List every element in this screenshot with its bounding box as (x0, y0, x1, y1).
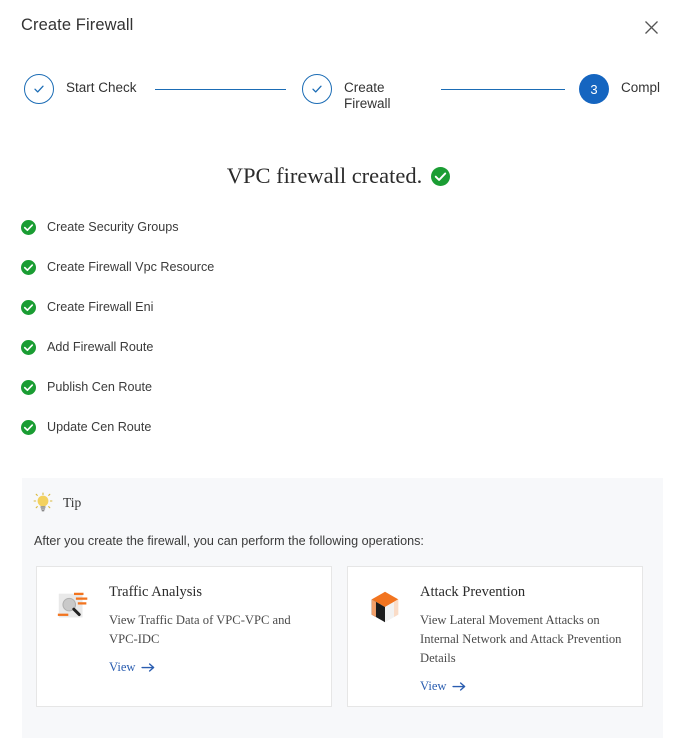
tip-title: Tip (63, 495, 82, 510)
card-description: View Lateral Movement Attacks on Interna… (420, 613, 622, 665)
view-link-label: View (420, 679, 447, 693)
view-link[interactable]: View (420, 679, 467, 694)
tip-panel: Tip After you create the firewall, you c… (22, 478, 663, 738)
step-circle-done (302, 74, 332, 104)
stepper-connector-2 (441, 89, 565, 91)
task-list: Create Security Groups Create Firewall V… (21, 219, 441, 459)
green-check-circle-icon (431, 166, 451, 186)
check-icon (312, 85, 322, 93)
stepper-step-start-check[interactable]: Start Check (24, 74, 137, 104)
dialog-header: Create Firewall (0, 0, 677, 56)
result-heading: VPC firewall created. (0, 163, 677, 189)
arrow-right-icon (451, 682, 465, 691)
attack-prevention-cube-icon (371, 591, 399, 623)
stepper-step-create-firewall[interactable]: Create Firewall (302, 74, 414, 112)
close-icon (644, 20, 658, 34)
task-label: Create Security Groups (47, 220, 179, 234)
list-item: Publish Cen Route (21, 379, 441, 419)
progress-stepper: Start Check Create Firewall 3 Compl (0, 74, 677, 124)
arrow-right-icon (140, 663, 154, 672)
task-label: Create Firewall Vpc Resource (47, 260, 215, 274)
card-description: View Traffic Data of VPC-VPC and VPC-IDC (109, 613, 291, 646)
check-icon (34, 85, 44, 93)
green-check-circle-icon (21, 260, 36, 275)
result-heading-text: VPC firewall created. (226, 163, 423, 188)
step-number: 3 (590, 81, 598, 97)
task-label: Update Cen Route (47, 420, 152, 434)
card-content: Traffic Analysis View Traffic Data of VP… (109, 584, 311, 706)
close-button[interactable] (640, 16, 662, 38)
green-check-circle-icon (21, 340, 36, 355)
tip-description: After you create the firewall, you can p… (34, 534, 424, 548)
stepper-step-label: Create Firewall (344, 80, 391, 111)
green-check-circle-icon (21, 420, 36, 435)
card-traffic-analysis[interactable]: Traffic Analysis View Traffic Data of VP… (36, 566, 332, 707)
task-label: Publish Cen Route (47, 380, 153, 394)
green-check-circle-icon (21, 300, 36, 315)
green-check-circle-icon (21, 380, 36, 395)
lightbulb-icon (33, 492, 53, 512)
step-circle-done (24, 74, 54, 104)
operation-cards: Traffic Analysis View Traffic Data of VP… (36, 566, 643, 707)
view-link-label: View (109, 660, 136, 674)
stepper-step-complete[interactable]: 3 Compl (579, 74, 660, 104)
card-title: Traffic Analysis (109, 584, 203, 600)
list-item: Create Security Groups (21, 219, 441, 259)
list-item: Create Firewall Eni (21, 299, 441, 339)
list-item: Create Firewall Vpc Resource (21, 259, 441, 299)
step-circle-active: 3 (579, 74, 609, 104)
view-link[interactable]: View (109, 660, 156, 675)
card-title: Attack Prevention (420, 584, 526, 600)
card-attack-prevention[interactable]: Attack Prevention View Lateral Movement … (347, 566, 643, 707)
tip-header: Tip (33, 492, 81, 514)
page-title: Create Firewall (21, 16, 134, 34)
stepper-step-label: Compl (621, 80, 661, 95)
card-content: Attack Prevention View Lateral Movement … (420, 584, 622, 706)
task-label: Add Firewall Route (47, 340, 154, 354)
list-item: Add Firewall Route (21, 339, 441, 379)
stepper-connector-1 (155, 89, 286, 91)
stepper-step-label: Start Check (66, 80, 137, 95)
green-check-circle-icon (21, 220, 36, 235)
traffic-analysis-icon (57, 592, 88, 618)
list-item: Update Cen Route (21, 419, 441, 459)
task-label: Create Firewall Eni (47, 300, 154, 314)
